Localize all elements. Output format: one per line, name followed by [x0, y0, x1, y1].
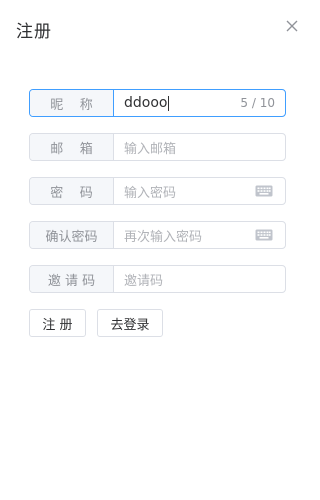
register-form: 昵 称 ddooo 5 / 10 邮 箱 输入邮箱 密 码 输入密码 确认密码 …: [29, 89, 286, 337]
confirm-password-row: 确认密码 再次输入密码: [29, 221, 286, 249]
nickname-input[interactable]: ddooo 5 / 10: [114, 90, 285, 116]
confirm-password-placeholder: 再次输入密码: [124, 229, 203, 245]
keyboard-icon[interactable]: [255, 185, 273, 197]
close-icon[interactable]: [284, 18, 300, 34]
confirm-password-field[interactable]: 再次输入密码: [114, 222, 285, 248]
password-field[interactable]: 输入密码: [114, 178, 285, 204]
password-row: 密 码 输入密码: [29, 177, 286, 205]
invite-code-placeholder: 邀请码: [124, 273, 164, 289]
register-button[interactable]: 注 册: [29, 309, 86, 337]
form-actions: 注 册 去登录: [29, 309, 286, 337]
char-count: 5 / 10: [240, 96, 275, 110]
email-row: 邮 箱 输入邮箱: [29, 133, 286, 161]
nickname-row: 昵 称 ddooo 5 / 10: [29, 89, 286, 117]
nickname-label: 昵 称: [30, 90, 114, 116]
dialog-title: 注册: [16, 22, 52, 42]
invite-code-field[interactable]: 邀请码: [114, 266, 285, 292]
go-login-button[interactable]: 去登录: [97, 309, 163, 337]
invite-code-label: 邀 请 码: [30, 266, 114, 292]
register-dialog: 注册 昵 称 ddooo 5 / 10 邮 箱 输入邮箱 密 码 输入密码 确认…: [0, 0, 313, 500]
email-label: 邮 箱: [30, 134, 114, 160]
password-label: 密 码: [30, 178, 114, 204]
confirm-password-label: 确认密码: [30, 222, 114, 248]
email-placeholder: 输入邮箱: [124, 141, 177, 157]
invite-code-row: 邀 请 码 邀请码: [29, 265, 286, 293]
password-placeholder: 输入密码: [124, 185, 177, 201]
text-caret: [168, 95, 170, 111]
keyboard-icon[interactable]: [255, 229, 273, 241]
nickname-value: ddooo: [124, 95, 168, 111]
email-field[interactable]: 输入邮箱: [114, 134, 285, 160]
